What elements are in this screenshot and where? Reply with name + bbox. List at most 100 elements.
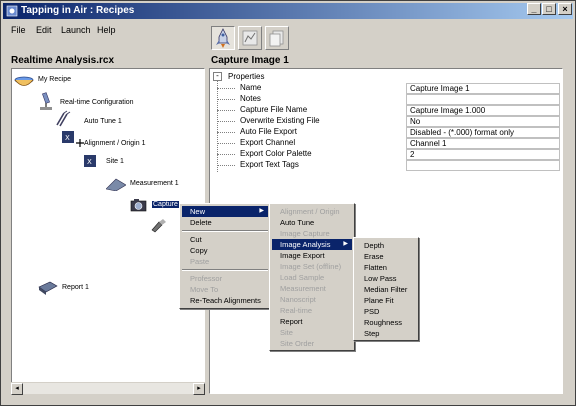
menu-item-median-filter[interactable]: Median Filter (356, 284, 416, 295)
tree-line (217, 143, 235, 144)
pages-icon (269, 30, 284, 47)
tree-label: Alignment / Origin 1 (84, 140, 146, 147)
tree-line (217, 154, 235, 155)
property-row-export-text-tags[interactable]: Export Text Tags (210, 160, 562, 171)
menu-item-flatten[interactable]: Flatten (356, 262, 416, 273)
menu-separator (182, 269, 268, 271)
chart-icon (242, 30, 258, 46)
menu-help[interactable]: Help (97, 25, 116, 35)
property-row-overwrite[interactable]: Overwrite Existing File No (210, 116, 562, 127)
tree-item-report[interactable]: Report 1 (38, 281, 138, 297)
chart-toolbar-button[interactable] (238, 26, 262, 50)
menu-item-nanoscript: Nanoscript (280, 295, 316, 304)
property-name: Export Channel (240, 138, 296, 147)
tree-horizontal-scrollbar[interactable]: ◂ ▸ (11, 382, 205, 395)
property-name: Name (240, 83, 262, 92)
tuning-fork-icon (56, 110, 71, 127)
property-name: Auto File Export (240, 127, 297, 136)
menu-item-label: Image Analysis (280, 240, 331, 249)
scroll-left-icon[interactable]: ◂ (11, 383, 23, 395)
menu-item-low-pass[interactable]: Low Pass (356, 273, 416, 284)
menu-item-auto-tune[interactable]: Auto Tune (272, 217, 352, 228)
menu-item-alignment-origin: Alignment / Origin (280, 207, 340, 216)
property-row-notes[interactable]: Notes (210, 94, 562, 105)
menu-item-roughness[interactable]: Roughness (356, 317, 416, 328)
menu-item-re-teach-alignments[interactable]: Re-Teach Alignments (182, 295, 268, 306)
title-bar: Tapping in Air : Recipes (3, 3, 573, 19)
tree-line (217, 132, 235, 133)
property-name: Capture File Name (240, 105, 308, 114)
tree-line (217, 88, 235, 89)
property-value[interactable]: 2 (406, 149, 560, 160)
menu-item-erase[interactable]: Erase (356, 251, 416, 262)
collapse-icon[interactable]: - (213, 72, 222, 81)
menu-item-plane-fit[interactable]: Plane Fit (356, 295, 416, 306)
tree-item-alignment[interactable]: X Alignment / Origin 1 (62, 131, 172, 151)
pages-toolbar-button[interactable] (265, 26, 289, 50)
tree-line (217, 165, 235, 166)
svg-text:X: X (65, 134, 70, 142)
menu-item-report[interactable]: Report (272, 316, 352, 327)
tree-label: Site 1 (106, 158, 124, 165)
property-value[interactable]: No (406, 116, 560, 127)
properties-group-label: Properties (228, 72, 265, 81)
property-row-capture-file-name[interactable]: Capture File Name Capture Image 1.000 (210, 105, 562, 116)
menu-item-real-time: Real-time (280, 306, 313, 315)
menu-edit[interactable]: Edit (36, 25, 52, 35)
menu-item-cut[interactable]: Cut (182, 234, 268, 245)
app-icon (6, 5, 18, 17)
property-value[interactable]: Capture Image 1 (406, 83, 560, 94)
rocket-icon (216, 28, 230, 48)
menu-item-image-set-offline: Image Set (offline) (280, 262, 342, 271)
property-row-export-color-palette[interactable]: Export Color Palette 2 (210, 149, 562, 160)
property-row-name[interactable]: Name Capture Image 1 (210, 83, 562, 94)
property-name: Notes (240, 94, 261, 103)
menu-item-label: New (190, 207, 206, 216)
menu-item-psd[interactable]: PSD (356, 306, 416, 317)
menu-item-image-export[interactable]: Image Export (272, 250, 352, 261)
property-value[interactable]: Disabled - (*.000) format only (406, 127, 560, 138)
submenu-arrow-icon: ▶ (343, 241, 348, 247)
tree-item-measurement[interactable]: Measurement 1 (106, 177, 202, 193)
menu-item-load-sample: Load Sample (280, 273, 325, 282)
new-submenu: Alignment / Origin Auto Tune Image Captu… (269, 203, 355, 351)
tree-label: Report 1 (62, 284, 89, 291)
tree-item-auto-tune[interactable]: Auto Tune 1 (54, 109, 154, 129)
tree-label: Auto Tune 1 (84, 118, 122, 125)
minimize-button[interactable]: _ (527, 3, 541, 15)
right-panel-title: Capture Image 1 (211, 55, 289, 66)
menu-item-depth[interactable]: Depth (356, 240, 416, 251)
scroll-right-icon[interactable]: ▸ (193, 383, 205, 395)
site-icon: X (84, 155, 96, 167)
menu-item-step[interactable]: Step (356, 328, 416, 339)
menu-item-image-analysis[interactable]: Image Analysis ▶ (272, 239, 352, 250)
microscope-icon (40, 92, 52, 110)
property-value[interactable] (406, 160, 560, 171)
left-panel-title: Realtime Analysis.rcx (11, 55, 115, 66)
bowl-icon (14, 76, 34, 86)
close-button[interactable]: × (558, 3, 572, 15)
menu-item-image-capture: Image Capture (280, 229, 330, 238)
menu-item-copy[interactable]: Copy (182, 245, 268, 256)
tree-item-realtime-config[interactable]: Real-time Configuration (38, 91, 158, 111)
property-value[interactable]: Capture Image 1.000 (406, 105, 560, 116)
image-analysis-submenu: Depth Erase Flatten Low Pass Median Filt… (353, 237, 419, 341)
tree-item-brush[interactable] (150, 219, 170, 235)
menu-item-new[interactable]: New ▶ (182, 206, 268, 217)
property-name: Export Color Palette (240, 149, 312, 158)
property-value[interactable] (406, 94, 560, 105)
maximize-button[interactable]: □ (542, 3, 556, 15)
tree-item-my-recipe[interactable]: My Recipe (14, 73, 134, 89)
tree-line (217, 99, 235, 100)
tree-item-site[interactable]: X Site 1 (84, 155, 164, 171)
menu-file[interactable]: File (11, 25, 26, 35)
recipe-toolbar-button[interactable] (211, 26, 235, 50)
property-row-export-channel[interactable]: Export Channel Channel 1 (210, 138, 562, 149)
menu-launch[interactable]: Launch (61, 25, 91, 35)
property-row-auto-file-export[interactable]: Auto File Export Disabled - (*.000) form… (210, 127, 562, 138)
svg-text:X: X (87, 158, 92, 166)
menu-item-delete[interactable]: Delete (182, 217, 268, 228)
property-value[interactable]: Channel 1 (406, 138, 560, 149)
app-window: Tapping in Air : Recipes _ □ × File Edit… (0, 0, 576, 406)
menu-item-professor: Professor (190, 274, 223, 283)
